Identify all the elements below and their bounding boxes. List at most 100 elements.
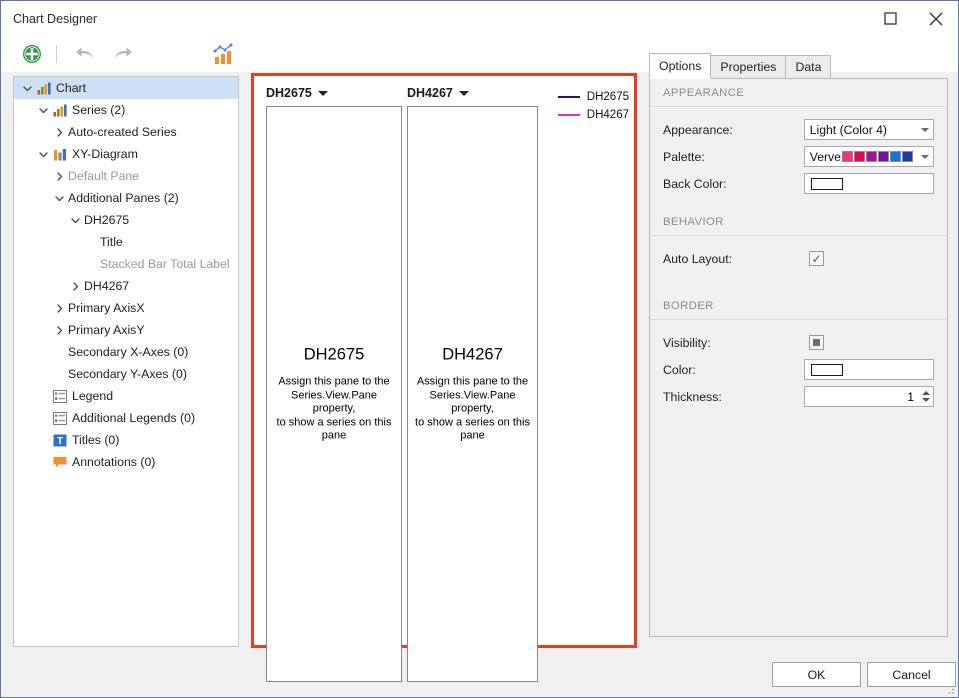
undo-arrow-icon[interactable] [68, 39, 102, 69]
tree-item-label: DH2675 [83, 213, 129, 227]
chevron-right-icon[interactable] [52, 128, 67, 137]
tree-item-auto-created-series[interactable]: Auto-created Series [14, 121, 238, 143]
legend-item-label: DH2675 [587, 91, 629, 103]
chevron-down-icon[interactable] [916, 155, 933, 159]
pane-title-0[interactable]: DH2675 [266, 86, 328, 100]
chart-pane-1[interactable]: DH4267 Assign this pane to the Series.Vi… [407, 106, 538, 682]
tree-item-xy-diagram[interactable]: XY-Diagram [14, 143, 238, 165]
pane-title-label-1: DH4267 [407, 86, 453, 100]
appearance-row: Appearance: Light (Color 4) [663, 116, 934, 143]
legend-line-swatch [558, 114, 580, 116]
tree-item-secondary-y-axes-0[interactable]: Secondary Y-Axes (0) [14, 363, 238, 385]
tree-item-additional-panes-2[interactable]: Additional Panes (2) [14, 187, 238, 209]
tree-item-dh2675[interactable]: DH2675 [14, 209, 238, 231]
palette-color-swatch [890, 151, 901, 162]
pane-heading-1: DH4267 [408, 345, 537, 364]
chevron-down-icon[interactable] [459, 91, 469, 96]
ok-button[interactable]: OK [772, 662, 861, 687]
behavior-section-header: BEHAVIOR [650, 208, 947, 236]
tree-item-titles-0[interactable]: T Titles (0) [14, 429, 238, 451]
tree-item-default-pane[interactable]: Default Pane [14, 165, 238, 187]
legend-icon [51, 390, 68, 403]
tree-item-chart[interactable]: Chart [14, 77, 238, 99]
chevron-down-icon[interactable] [36, 106, 51, 115]
pane-msg-line-3: property, [408, 402, 537, 416]
tree-item-title[interactable]: Title [14, 231, 238, 253]
pane-placeholder-1: DH4267 Assign this pane to the Series.Vi… [408, 345, 537, 443]
pane-msg-line-1: Assign this pane to the [408, 375, 537, 389]
chart-wizard-icon[interactable] [208, 39, 238, 69]
tree-item-series-2[interactable]: Series (2) [14, 99, 238, 121]
options-tabstrip[interactable]: OptionsPropertiesData [649, 53, 948, 79]
title-text-icon: T [51, 434, 68, 447]
pane-msg-line-5: pane [408, 429, 537, 443]
tree-item-annotations-0[interactable]: Annotations (0) [14, 451, 238, 473]
chevron-down-icon[interactable] [318, 91, 328, 96]
palette-color-swatch [842, 151, 853, 162]
chart-pane-0[interactable]: DH2675 Assign this pane to the Series.Vi… [266, 106, 402, 682]
border-thickness-spinner[interactable]: 1 [804, 386, 934, 407]
palette-row: Palette: Verve [663, 143, 934, 170]
spinner-arrows[interactable] [918, 391, 933, 402]
pane-message-1: Assign this pane to the Series.View.Pane… [408, 375, 537, 443]
tab-properties[interactable]: Properties [710, 55, 786, 79]
legend-item[interactable]: DH2675 [558, 88, 629, 106]
tree-item-legend[interactable]: Legend [14, 385, 238, 407]
bar-chart-icon [51, 104, 68, 117]
tab-options[interactable]: Options [649, 53, 711, 79]
tree-item-primary-axisy[interactable]: Primary AxisY [14, 319, 238, 341]
add-circle-icon[interactable] [15, 39, 49, 69]
tree-item-dh4267[interactable]: DH4267 [14, 275, 238, 297]
chevron-right-icon[interactable] [68, 282, 83, 291]
border-visibility-checkbox[interactable] [809, 335, 824, 350]
arrow-up-icon[interactable] [922, 391, 930, 395]
arrow-down-icon[interactable] [922, 398, 930, 402]
tree-item-label: Secondary Y-Axes (0) [67, 367, 187, 381]
xy-diagram-icon [51, 148, 68, 161]
back-color-picker[interactable] [804, 173, 934, 194]
chevron-right-icon[interactable] [52, 326, 67, 335]
svg-text:T: T [56, 436, 62, 447]
chevron-down-icon[interactable] [52, 194, 67, 203]
legend-item[interactable]: DH4267 [558, 106, 629, 124]
tree-item-secondary-x-axes-0[interactable]: Secondary X-Axes (0) [14, 341, 238, 363]
tree-item-primary-axisx[interactable]: Primary AxisX [14, 297, 238, 319]
indeterminate-square-icon [813, 339, 820, 346]
chart-element-tree[interactable]: Chart Series (2) Auto-created SeriesXY-Dia… [13, 76, 239, 647]
resize-grip[interactable] [943, 683, 955, 695]
chevron-down-icon[interactable] [36, 150, 51, 159]
chevron-down-icon[interactable] [20, 84, 35, 93]
chevron-right-icon[interactable] [52, 304, 67, 313]
appearance-dropdown[interactable]: Light (Color 4) [804, 119, 934, 140]
chevron-down-icon[interactable] [68, 216, 83, 225]
tree-item-label: Series (2) [71, 103, 125, 117]
legend-item-label: DH4267 [587, 109, 629, 121]
maximize-icon[interactable] [868, 2, 913, 36]
tree-item-label: Additional Panes (2) [67, 191, 179, 205]
tree-item-label: Chart [55, 81, 86, 95]
tree-item-label: Titles (0) [71, 433, 119, 447]
auto-layout-checkbox[interactable]: ✓ [809, 251, 824, 266]
appearance-section-header: APPEARANCE [650, 79, 947, 107]
pane-placeholder-0: DH2675 Assign this pane to the Series.Vi… [267, 345, 401, 443]
chart-legend[interactable]: DH2675 DH4267 [558, 88, 629, 124]
tree-item-stacked-bar-total-label[interactable]: Stacked Bar Total Label [14, 253, 238, 275]
close-icon[interactable] [913, 2, 958, 36]
pane-title-1[interactable]: DH4267 [407, 86, 469, 100]
chevron-down-icon[interactable] [916, 128, 933, 132]
border-color-picker[interactable] [804, 359, 934, 380]
pane-message-0: Assign this pane to the Series.View.Pane… [267, 375, 401, 443]
check-icon: ✓ [811, 253, 821, 265]
chart-preview-canvas: DH2675 DH2675 Assign this pane to the Se… [254, 76, 634, 645]
redo-arrow-icon[interactable] [106, 39, 140, 69]
pane-heading-0: DH2675 [267, 345, 401, 364]
tree-item-label: Default Pane [67, 169, 139, 183]
palette-dropdown[interactable]: Verve [804, 146, 934, 167]
tab-data[interactable]: Data [785, 55, 831, 79]
chart-preview-area[interactable]: DH2675 DH2675 Assign this pane to the Se… [251, 73, 637, 648]
behavior-spacer [663, 272, 934, 281]
chevron-right-icon[interactable] [52, 172, 67, 181]
tree-item-label: Stacked Bar Total Label [99, 257, 230, 271]
tree-item-additional-legends-0[interactable]: Additional Legends (0) [14, 407, 238, 429]
border-color-chip [811, 364, 843, 376]
